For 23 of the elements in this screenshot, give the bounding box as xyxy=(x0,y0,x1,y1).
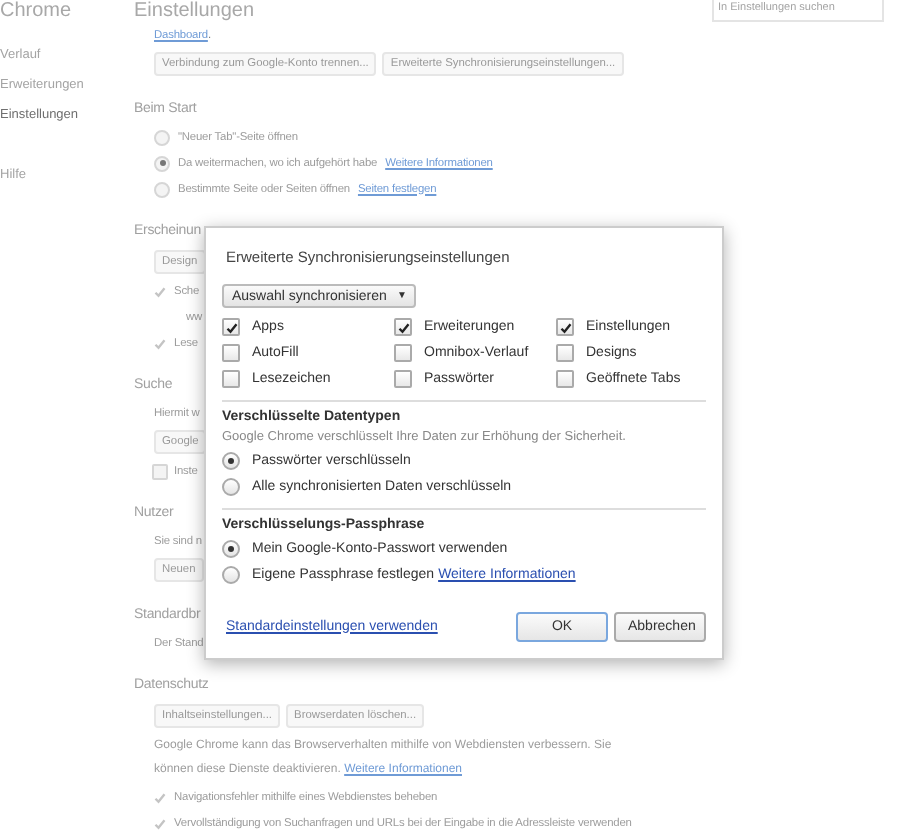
app-title: Chrome xyxy=(0,0,74,26)
checkbox[interactable] xyxy=(154,285,166,297)
radio-button[interactable] xyxy=(222,452,240,470)
checkbox[interactable] xyxy=(394,370,412,388)
checkbox[interactable] xyxy=(154,817,166,829)
checkbox[interactable] xyxy=(154,791,166,803)
checkbox[interactable] xyxy=(556,318,574,336)
checkbox[interactable] xyxy=(556,370,574,388)
checkbox[interactable] xyxy=(154,337,166,349)
checkbox[interactable] xyxy=(556,344,574,362)
checkbox[interactable] xyxy=(154,465,166,477)
checkbox[interactable] xyxy=(394,318,412,336)
checkbox[interactable] xyxy=(222,344,240,362)
radio-button[interactable] xyxy=(222,566,240,584)
radio-button[interactable] xyxy=(154,129,170,145)
radio-button[interactable] xyxy=(222,478,240,496)
checkbox[interactable] xyxy=(394,344,412,362)
radio-button[interactable] xyxy=(154,181,170,197)
checkbox[interactable] xyxy=(222,318,240,336)
checkbox[interactable] xyxy=(222,370,240,388)
page-title: Einstellungen xyxy=(134,0,255,22)
radio-button[interactable] xyxy=(222,540,240,558)
radio-button[interactable] xyxy=(154,155,170,171)
